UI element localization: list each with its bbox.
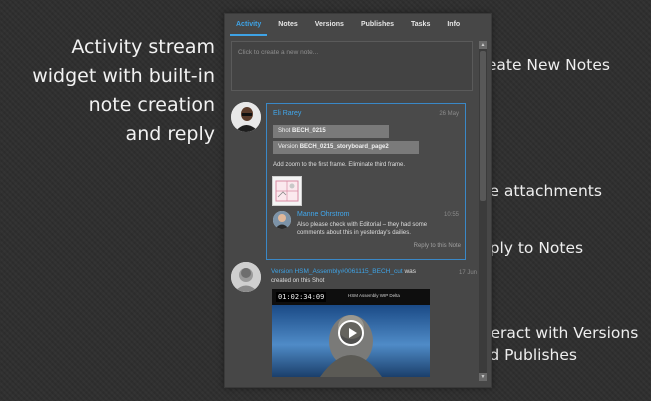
reply-time: 10:55 [443, 212, 459, 218]
scroll-down-arrow-icon[interactable]: ▼ [479, 373, 487, 381]
activity-stream-panel: Activity Notes Versions Publishes Tasks … [224, 13, 492, 388]
note-text: Add zoom to the first frame. Eliminate t… [273, 162, 406, 168]
avatar[interactable] [231, 262, 261, 292]
reply-avatar[interactable] [273, 211, 291, 229]
tab-bar: Activity Notes Versions Publishes Tasks … [225, 14, 491, 36]
version-link[interactable]: Version HSM_Assembly#0061115_BECH_cut [271, 268, 403, 275]
tab-notes[interactable]: Notes [278, 21, 297, 30]
version-label: Version [278, 144, 299, 150]
reply-author[interactable]: Manne Ohrstrom [297, 211, 350, 218]
caption-line: widget with built-in [32, 65, 215, 87]
play-icon[interactable] [338, 320, 364, 346]
note-card: Eli Rarey 26 May Shot BECH_0215 Version … [266, 103, 466, 260]
tab-versions[interactable]: Versions [315, 21, 344, 30]
video-title: HSM Assembly WIP Delta [348, 293, 400, 298]
version-event-text: Version HSM_Assembly#0061115_BECH_cut wa… [271, 268, 416, 275]
reply-text: Also please check with Editorial – they … [297, 221, 462, 237]
video-timecode: 01:02:34:09 [276, 292, 327, 302]
reply-to-note-link[interactable]: Reply to this Note [414, 243, 461, 249]
version-event-date: 17 Jun [458, 270, 477, 276]
new-note-input[interactable]: Click to create a new note... [231, 41, 473, 91]
user-portrait-icon [231, 102, 261, 132]
callout-interact-line: Interact with Versions [470, 324, 639, 342]
callout-interact-line: and Publishes [470, 346, 577, 364]
attachment-thumbnail[interactable] [272, 176, 302, 206]
caption-line: Activity stream [71, 36, 215, 58]
storyboard-attachment-icon [275, 180, 299, 202]
scroll-up-arrow-icon[interactable]: ▲ [479, 41, 487, 49]
shot-link-pill[interactable]: Shot BECH_0215 [273, 125, 389, 138]
caption-line: note creation [88, 94, 215, 116]
avatar[interactable] [231, 102, 261, 132]
feature-caption: Activity stream widget with built-in not… [15, 33, 215, 149]
version-video-player[interactable]: 01:02:34:09 HSM Assembly WIP Delta [272, 289, 430, 377]
user-portrait-icon [231, 262, 261, 292]
note-author[interactable]: Eli Rarey [273, 110, 301, 117]
caption-line: and reply [125, 123, 215, 145]
user-portrait-icon [273, 211, 291, 229]
scroll-thumb[interactable] [480, 51, 486, 201]
version-event-line2: created on this Shot [271, 278, 325, 284]
tab-publishes[interactable]: Publishes [361, 21, 394, 30]
reply-text-line: comments about this in yesterday's daili… [297, 230, 411, 236]
tab-tasks[interactable]: Tasks [411, 21, 430, 30]
callout-interact: Interact with Versions and Publishes [470, 322, 638, 366]
reply-text-line: Also please check with Editorial – they … [297, 222, 428, 228]
version-event-suffix: was [404, 268, 417, 275]
shot-label: Shot [278, 128, 291, 134]
tab-activity[interactable]: Activity [229, 21, 268, 36]
version-link-pill[interactable]: Version BECH_0215_storyboard_page2 [273, 141, 419, 154]
scrollbar[interactable]: ▲ ▼ [479, 41, 487, 381]
tab-info[interactable]: Info [447, 21, 460, 30]
note-date: 26 May [439, 111, 459, 117]
version-value: BECH_0215_storyboard_page2 [299, 144, 389, 150]
shot-value: BECH_0215 [292, 128, 326, 134]
